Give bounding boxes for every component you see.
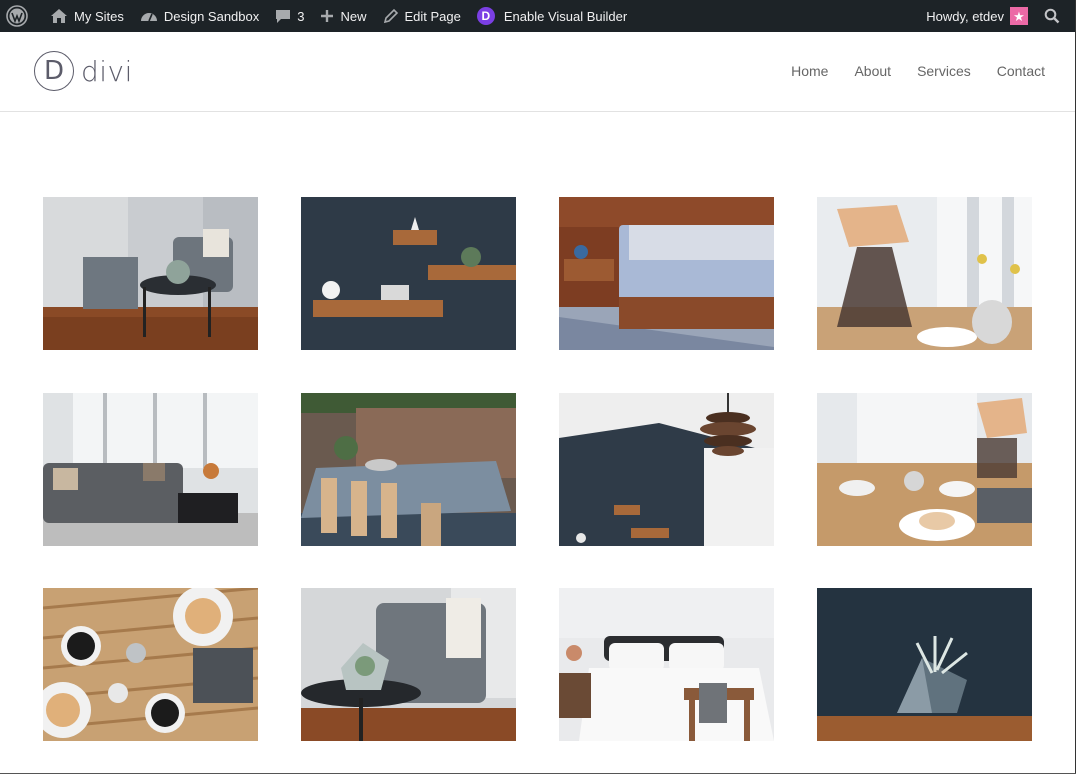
gallery-image-armchair-terrarium[interactable] [301, 588, 516, 741]
logo-mark: D [34, 51, 74, 91]
my-sites-menu[interactable]: My Sites [42, 0, 132, 32]
howdy-label: Howdy, etdev [926, 8, 1004, 24]
wordpress-logo-button[interactable] [0, 0, 42, 32]
nav-item-about[interactable]: About [854, 63, 891, 79]
search-icon [1044, 8, 1060, 24]
dashboard-icon [140, 13, 157, 22]
gallery-image-outdoor-dining-table[interactable] [301, 393, 516, 546]
gallery-image-living-room-chair-ottoman[interactable] [43, 197, 258, 350]
house-icon [51, 9, 67, 23]
divi-logo-icon: D [476, 7, 495, 25]
nav-item-home[interactable]: Home [791, 63, 828, 79]
plus-icon [321, 10, 334, 22]
pencil-icon [383, 8, 398, 24]
logo-text: divi [81, 54, 133, 88]
comment-bubble-icon [276, 10, 291, 23]
admin-bar: My Sites Design Sandbox 3 New Edit Page … [0, 0, 1076, 32]
site-logo[interactable]: D divi [34, 51, 133, 91]
nav-item-contact[interactable]: Contact [997, 63, 1045, 79]
admin-search-button[interactable] [1036, 0, 1076, 32]
new-label: New [340, 8, 367, 24]
gallery-image-coffee-and-donuts-overhead[interactable] [43, 588, 258, 741]
avatar: ★ [1010, 7, 1028, 25]
user-account-menu[interactable]: Howdy, etdev ★ [918, 0, 1036, 32]
enable-visual-builder-button[interactable]: D Enable Visual Builder [469, 0, 635, 32]
image-gallery [0, 112, 1076, 774]
comments-count: 3 [297, 8, 305, 24]
site-name-label: Design Sandbox [163, 8, 260, 24]
visual-builder-label: Enable Visual Builder [503, 8, 628, 24]
wordpress-icon [6, 5, 28, 27]
gallery-image-grey-sectional-sofa[interactable] [43, 393, 258, 546]
site-header: D divi Home About Services Contact [0, 32, 1076, 112]
comments-button[interactable]: 3 [267, 0, 312, 32]
gallery-image-geometric-terrarium-dark[interactable] [817, 588, 1032, 741]
new-content-menu[interactable]: New [312, 0, 374, 32]
gallery-image-breakfast-table-setting[interactable] [817, 393, 1032, 546]
gallery-image-floating-wall-shelves[interactable] [301, 197, 516, 350]
edit-page-label: Edit Page [404, 8, 461, 24]
nav-item-services[interactable]: Services [917, 63, 971, 79]
edit-page-button[interactable]: Edit Page [375, 0, 469, 32]
gallery-image-white-bedroom-stool[interactable] [559, 588, 774, 741]
gallery-image-spiral-pendant-lamp[interactable] [559, 393, 774, 546]
site-name-menu[interactable]: Design Sandbox [132, 0, 267, 32]
gallery-image-chemex-coffee-balcony[interactable] [817, 197, 1032, 350]
main-navigation: Home About Services Contact [791, 63, 1045, 79]
gallery-image-wooden-platform-bed[interactable] [559, 197, 774, 350]
my-sites-label: My Sites [74, 8, 124, 24]
